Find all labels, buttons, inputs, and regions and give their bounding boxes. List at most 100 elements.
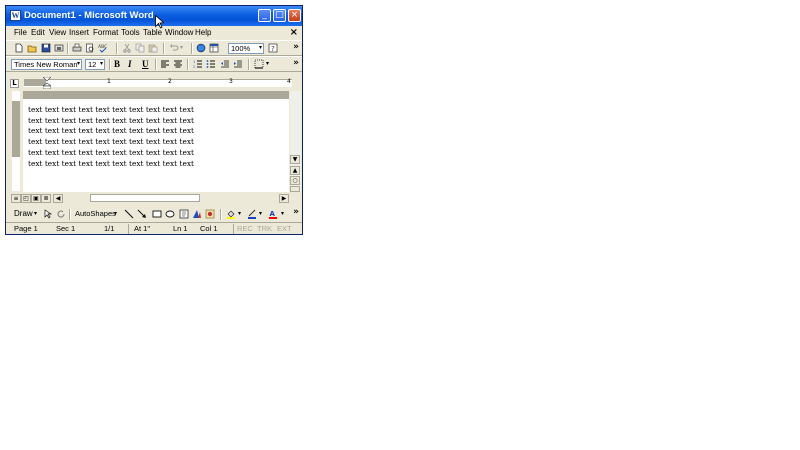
- new-icon[interactable]: [14, 43, 24, 53]
- align-left-icon[interactable]: [160, 59, 170, 69]
- toolbar-separator: [248, 59, 250, 70]
- horizontal-scrollbar[interactable]: ≡ ◰ ▣ ≣ ◀ ▶: [11, 193, 289, 204]
- text-box-icon[interactable]: [179, 209, 189, 219]
- select-objects-icon[interactable]: [43, 209, 53, 219]
- autoshapes-menu-button[interactable]: AutoShapes: [75, 209, 116, 218]
- undo-icon[interactable]: [169, 43, 179, 53]
- next-page-icon[interactable]: [290, 186, 300, 192]
- previous-page-icon[interactable]: ▲: [290, 166, 300, 175]
- draw-menu-button[interactable]: Draw: [14, 209, 33, 218]
- svg-text:ABC: ABC: [98, 44, 107, 50]
- print-icon[interactable]: [72, 43, 82, 53]
- ruler-number: 4: [287, 78, 291, 85]
- font-color-icon[interactable]: A: [268, 209, 278, 219]
- menu-edit[interactable]: Edit: [31, 28, 45, 37]
- indent-marker-icon[interactable]: [43, 77, 51, 89]
- scroll-left-icon[interactable]: ◀: [53, 194, 63, 203]
- cut-icon[interactable]: [122, 43, 132, 53]
- title-bar[interactable]: W Document1 - Microsoft Word _ □ ×: [6, 6, 302, 26]
- word-app-icon[interactable]: W: [10, 10, 21, 21]
- horizontal-ruler[interactable]: L 1 2 3 4: [6, 76, 302, 90]
- normal-view-icon[interactable]: ≡: [11, 194, 21, 203]
- copy-icon[interactable]: [135, 43, 145, 53]
- zoom-value: 100%: [231, 44, 251, 53]
- menu-table[interactable]: Table: [143, 28, 162, 37]
- save-icon[interactable]: [41, 43, 51, 53]
- status-rec[interactable]: REC: [237, 224, 253, 233]
- status-separator: [233, 224, 234, 234]
- close-button[interactable]: ×: [288, 9, 301, 22]
- svg-text:A: A: [270, 210, 276, 218]
- chevron-down-icon: ▾: [76, 61, 80, 67]
- status-at: At 1": [134, 224, 151, 233]
- decrease-indent-icon[interactable]: [220, 59, 230, 69]
- menu-file[interactable]: File: [14, 28, 27, 37]
- menu-help[interactable]: Help: [195, 28, 211, 37]
- toolbar-separator: [69, 209, 71, 220]
- menu-view[interactable]: View: [49, 28, 66, 37]
- maximize-button[interactable]: □: [273, 9, 286, 22]
- print-preview-icon[interactable]: [85, 43, 95, 53]
- toolbar-separator: [191, 43, 193, 54]
- chevron-down-icon: ▾: [281, 210, 285, 217]
- menu-tools[interactable]: Tools: [121, 28, 140, 37]
- oval-icon[interactable]: [165, 209, 175, 219]
- paste-icon[interactable]: [148, 43, 158, 53]
- undo-dropdown-icon[interactable]: ▾: [180, 44, 183, 51]
- align-center-icon[interactable]: [173, 59, 183, 69]
- line-icon[interactable]: [124, 209, 134, 219]
- open-icon[interactable]: [27, 43, 37, 53]
- numbering-icon[interactable]: 12: [193, 59, 203, 69]
- borders-icon[interactable]: [254, 59, 264, 69]
- menu-window[interactable]: Window: [165, 28, 193, 37]
- toolbar-options-chevron-icon[interactable]: »: [293, 42, 299, 52]
- rectangle-icon[interactable]: [152, 209, 162, 219]
- spelling-icon[interactable]: ABC: [98, 43, 108, 53]
- increase-indent-icon[interactable]: [233, 59, 243, 69]
- clip-art-icon[interactable]: [205, 209, 215, 219]
- web-toolbar-icon[interactable]: [196, 43, 206, 53]
- zoom-select[interactable]: 100% ▾: [228, 43, 264, 54]
- select-browse-object-icon[interactable]: ○: [290, 176, 300, 185]
- vertical-scrollbar[interactable]: ▼ ▲ ○: [290, 91, 301, 192]
- chevron-down-icon: ▾: [238, 210, 242, 217]
- font-size-select[interactable]: 12 ▾: [85, 59, 105, 70]
- bold-button[interactable]: B: [114, 59, 120, 69]
- status-ext[interactable]: EXT: [277, 224, 292, 233]
- horizontal-scroll-thumb[interactable]: [90, 194, 200, 202]
- line-color-icon[interactable]: [247, 209, 257, 219]
- help-icon[interactable]: ?: [268, 43, 278, 53]
- document-line: text text text text text text text text …: [28, 147, 194, 157]
- tab-selector[interactable]: L: [10, 79, 19, 88]
- borders-dropdown-icon[interactable]: ▾: [266, 60, 269, 67]
- font-size-value: 12: [88, 60, 97, 69]
- document-line: text text text text text text text text …: [28, 137, 194, 147]
- menu-format[interactable]: Format: [93, 28, 118, 37]
- document-close-icon[interactable]: ×: [290, 27, 298, 38]
- insert-table-icon[interactable]: [209, 43, 219, 53]
- formatting-toolbar: Times New Roman ▾ 12 ▾ B I U 12 ▾ »: [6, 56, 302, 72]
- underline-button[interactable]: U: [142, 59, 149, 69]
- fill-color-icon[interactable]: [226, 209, 236, 219]
- status-page: Page 1: [14, 224, 38, 233]
- toolbar-options-chevron-icon[interactable]: »: [293, 58, 299, 68]
- font-name-select[interactable]: Times New Roman ▾: [11, 59, 82, 70]
- print-layout-view-icon[interactable]: ▣: [31, 194, 41, 203]
- scroll-down-icon[interactable]: ▼: [290, 155, 300, 164]
- italic-button[interactable]: I: [128, 59, 132, 69]
- menu-insert[interactable]: Insert: [69, 28, 89, 37]
- drawing-toolbar: Draw ▾ AutoShapes ▾ ▾ ▾ A ▾ »: [6, 206, 302, 221]
- toolbar-options-chevron-icon[interactable]: »: [293, 207, 299, 217]
- document-body[interactable]: text text text text text text text text …: [28, 105, 194, 169]
- status-separator: [128, 224, 129, 234]
- scroll-right-icon[interactable]: ▶: [279, 194, 289, 203]
- web-layout-view-icon[interactable]: ◰: [21, 194, 31, 203]
- wordart-icon[interactable]: [192, 209, 202, 219]
- permission-icon[interactable]: [54, 43, 64, 53]
- status-trk[interactable]: TRK: [257, 224, 272, 233]
- minimize-button[interactable]: _: [258, 9, 271, 22]
- arrow-icon[interactable]: [137, 209, 147, 219]
- outline-view-icon[interactable]: ≣: [41, 194, 51, 203]
- bullets-icon[interactable]: [206, 59, 216, 69]
- rotate-icon[interactable]: [56, 209, 66, 219]
